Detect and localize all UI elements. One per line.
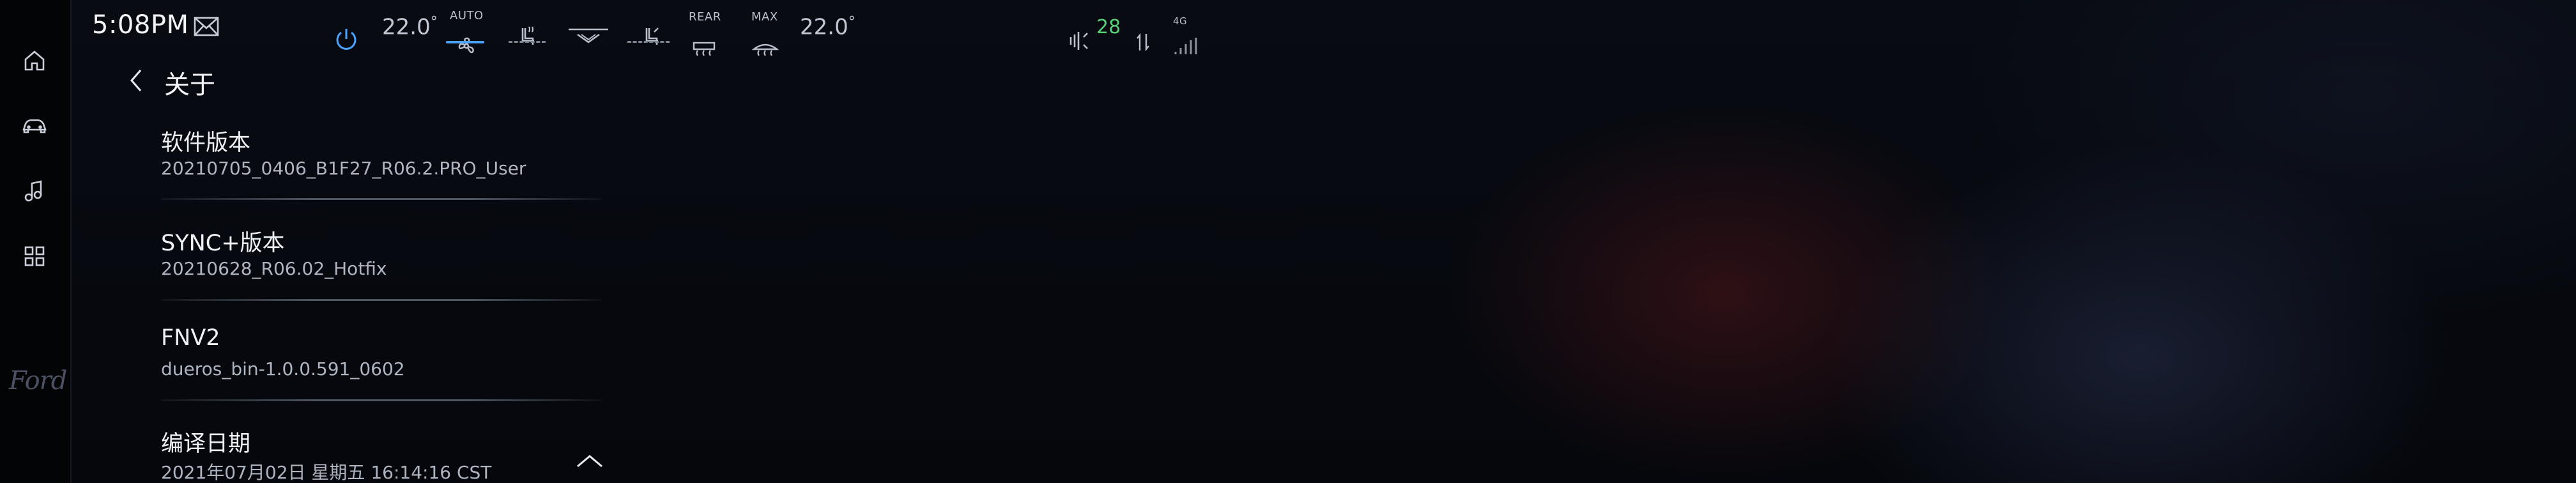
climate-power-icon[interactable] (333, 14, 360, 65)
signal-strength-value: 28 (1096, 16, 1121, 38)
fan-icon[interactable] (454, 20, 479, 72)
home-icon (24, 50, 45, 71)
airflow-direction-icon[interactable] (566, 12, 611, 63)
fan-auto-active-indicator (446, 41, 484, 43)
rear-defrost-icon[interactable] (691, 24, 717, 75)
chevron-left-icon (130, 70, 142, 91)
item-value: 20210628_R06.02_Hotfix (161, 258, 387, 279)
heated-seat-icon[interactable] (515, 12, 540, 63)
infotainment-screen: Ford 5:08PM 22.0° AUTO REAR MAX 22.0° 28… (0, 0, 2576, 483)
left-nav-rail: Ford (0, 0, 72, 483)
mail-icon[interactable] (193, 15, 220, 38)
heated-seat-level (509, 41, 546, 45)
phone-signal-icon (1070, 32, 1088, 50)
data-transfer-icon (1137, 33, 1149, 52)
apps-button[interactable] (16, 238, 53, 275)
divider (161, 198, 602, 200)
home-button[interactable] (16, 42, 53, 79)
divider (161, 299, 602, 301)
passenger-temp[interactable]: 22.0° (800, 14, 855, 40)
vehicle-button[interactable] (16, 107, 53, 144)
passenger-seat-level (627, 41, 670, 45)
item-title: SYNC+版本 (161, 231, 285, 256)
driver-temp-value: 22.0 (382, 14, 431, 40)
item-title: FNV2 (161, 325, 220, 351)
front-defrost-icon[interactable] (751, 24, 779, 75)
passenger-seat-icon[interactable] (639, 12, 664, 63)
item-value: dueros_bin-1.0.0.591_0602 (161, 358, 405, 379)
scroll-up-button[interactable] (574, 451, 606, 473)
item-title: 编译日期 (161, 431, 251, 457)
passenger-temp-value: 22.0 (800, 14, 848, 40)
brand-text: Ford (9, 366, 67, 395)
chevron-up-icon (577, 455, 602, 468)
front-defrost-label: MAX (751, 10, 778, 24)
divider (161, 399, 602, 401)
rear-defrost-label: REAR (689, 10, 721, 24)
degree-symbol: ° (430, 14, 438, 30)
item-value: 20210705_0406_B1F27_R06.2.PRO_User (161, 158, 526, 179)
degree-symbol: ° (848, 14, 855, 30)
driver-temp[interactable]: 22.0° (382, 14, 438, 40)
cellular-bars-icon (1174, 38, 1197, 54)
back-button[interactable] (125, 66, 147, 97)
music-note-icon (24, 180, 42, 202)
car-icon (22, 119, 47, 134)
ford-logo: Ford (9, 366, 67, 397)
item-value: 2021年07月02日 星期五 16:14:16 CST (161, 462, 492, 483)
page-title: 关于 (164, 70, 215, 100)
clock: 5:08PM (92, 10, 189, 40)
media-button[interactable] (16, 172, 53, 210)
item-title: 软件版本 (161, 130, 251, 156)
apps-grid-icon (24, 246, 45, 266)
